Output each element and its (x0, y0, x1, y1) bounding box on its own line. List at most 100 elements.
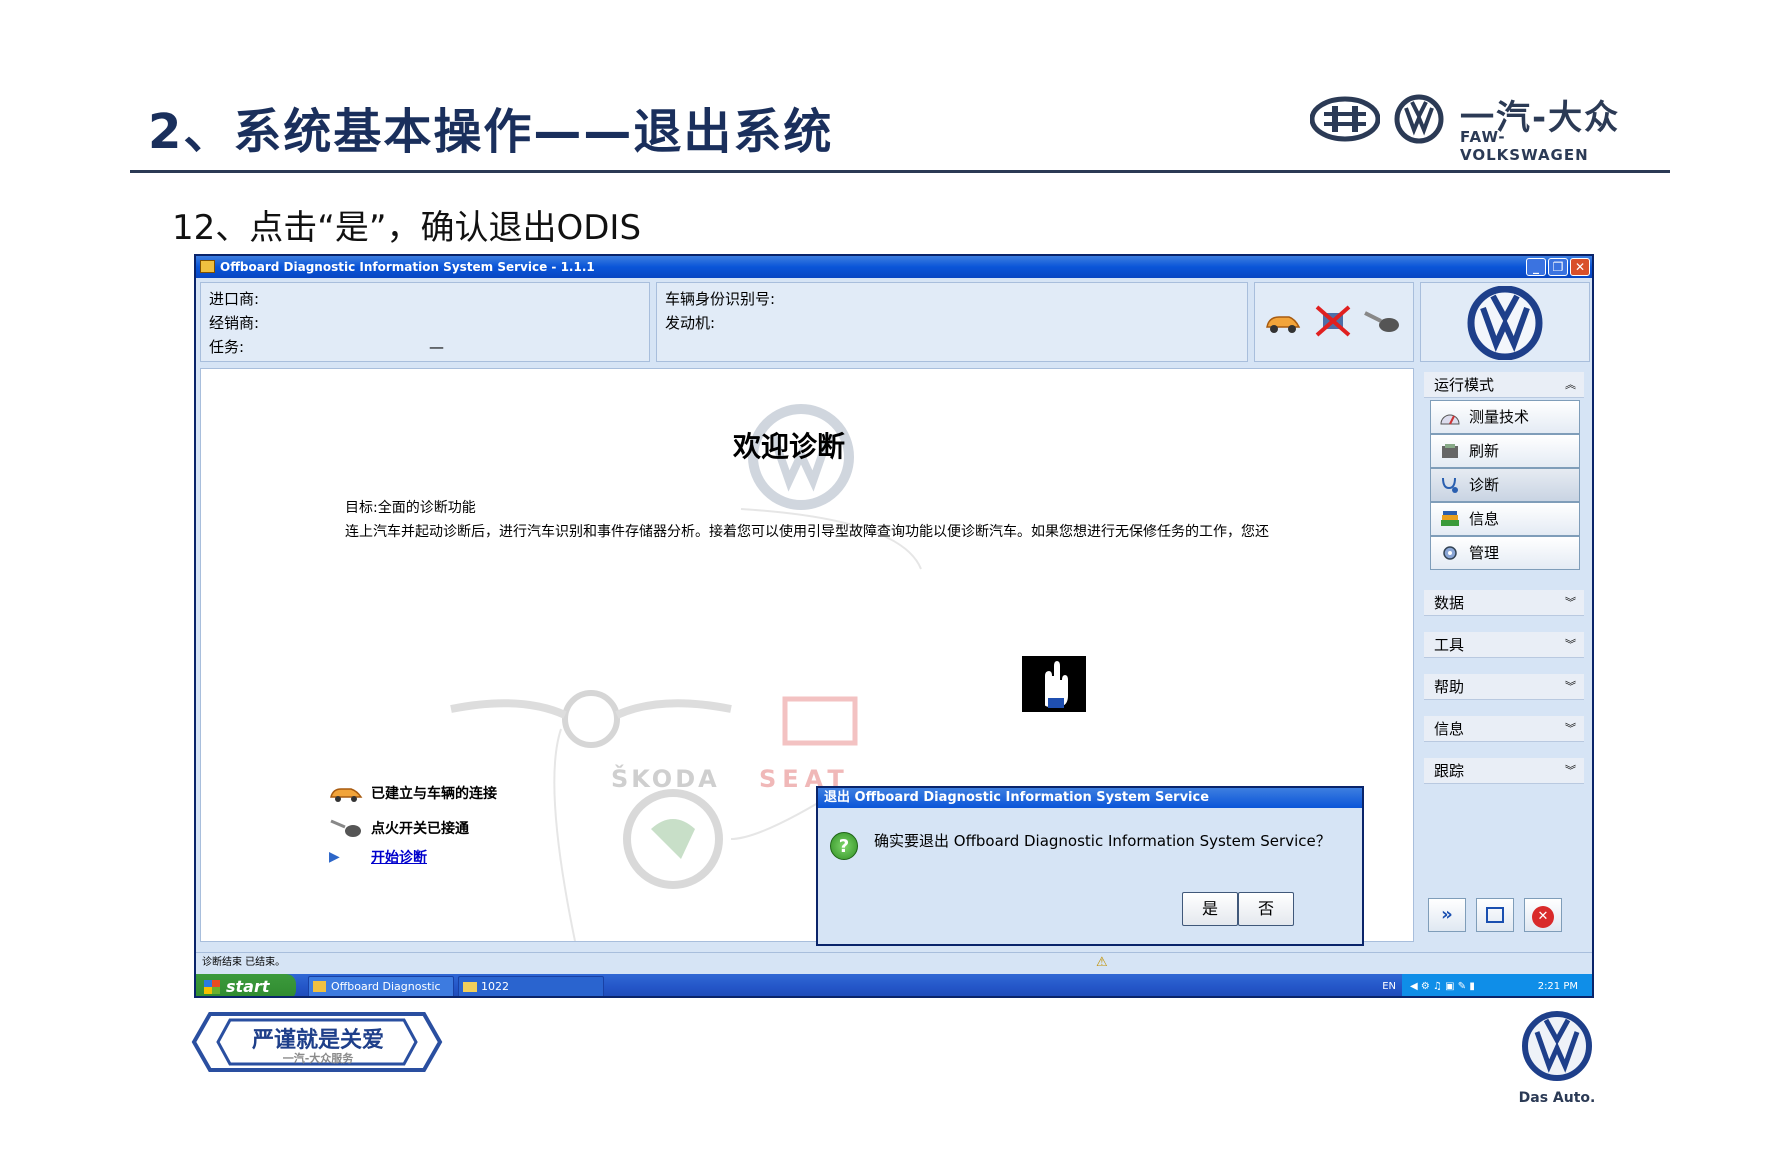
brand-name-en: FAW-VOLKSWAGEN (1460, 128, 1589, 164)
app-icon (200, 260, 215, 273)
stethoscope-icon (1442, 477, 1458, 493)
section-label: 信息 (1434, 720, 1465, 738)
yes-button[interactable]: 是 (1182, 892, 1238, 926)
close-circle-icon: ✕ (1532, 906, 1554, 928)
taskbar-item-label: 1022 (481, 980, 509, 993)
question-icon: ? (830, 832, 858, 860)
taskbar-item-folder[interactable]: 1022 (458, 976, 604, 996)
importer-label: 进口商: (209, 290, 260, 308)
fit-screen-button[interactable] (1476, 898, 1514, 932)
status-bar-text: 诊断结束 已结束。 (202, 957, 286, 968)
chevron-down-icon: ︾ (1565, 680, 1576, 693)
section-label: 帮助 (1434, 678, 1465, 696)
gauge-icon (1440, 414, 1460, 425)
taskbar-item-label: Offboard Diagnostic I... (331, 980, 441, 993)
disconnected-icon (1315, 305, 1351, 337)
faw-logo-icon (1310, 96, 1380, 142)
chevron-down-icon: ︾ (1565, 596, 1576, 609)
sidebar: 运行模式 ︽ 测量技术 刷新 诊断 信息 管理 数据 ︾ 工具 ︾ 帮助 ︾ 信… (1418, 368, 1590, 942)
section-label: 工具 (1434, 636, 1465, 654)
engine-label: 发动机: (665, 314, 716, 332)
sidebar-button-diagnosis[interactable]: 诊断 (1430, 468, 1580, 502)
system-tray: ◀ ⚙ ♫ ▣ ✎ ▮ 2:21 PM (1402, 974, 1592, 996)
vin-label: 车辆身份识别号: (665, 290, 776, 308)
sidebar-button-label: 测量技术 (1469, 408, 1530, 426)
dialog-title[interactable]: 退出 Offboard Diagnostic Information Syste… (818, 788, 1362, 808)
minimize-button[interactable]: _ (1526, 258, 1546, 276)
books-icon (1441, 511, 1459, 526)
sidebar-button-admin[interactable]: 管理 (1430, 536, 1580, 570)
warning-icon: ⚠ (1096, 955, 1108, 970)
status-ignition-text: 点火开关已接通 (371, 821, 469, 837)
connection-status-panel (1254, 282, 1414, 362)
windows-taskbar: start Offboard Diagnostic I... 1022 EN ◀… (196, 974, 1592, 996)
windows-flag-icon (204, 980, 220, 994)
start-diagnosis-link[interactable]: 开始诊断 (371, 847, 427, 867)
chevron-up-icon: ︽ (1565, 378, 1576, 391)
folder-icon (463, 982, 477, 992)
start-label: start (226, 977, 270, 996)
double-chevron-right-icon: » (1441, 904, 1453, 925)
car-icon (1266, 316, 1301, 333)
sidebar-button-flash[interactable]: 刷新 (1430, 434, 1580, 468)
play-arrow-icon: ▶ (329, 849, 340, 865)
chevron-down-icon: ︾ (1565, 764, 1576, 777)
task-label: 任务: (209, 338, 245, 356)
section-mode-label: 运行模式 (1434, 376, 1495, 394)
tray-icons[interactable]: ◀ ⚙ ♫ ▣ ✎ ▮ (1410, 974, 1475, 996)
hand-cursor-icon (1022, 656, 1086, 712)
dialog-message: 确实要退出 Offboard Diagnostic Information Sy… (874, 832, 1331, 850)
fit-screen-icon (1486, 907, 1504, 923)
chevron-down-icon: ︾ (1565, 722, 1576, 735)
sidebar-section-mode[interactable]: 运行模式 ︽ (1424, 372, 1584, 398)
ignition-key-icon (1364, 311, 1399, 332)
window-titlebar[interactable]: Offboard Diagnostic Information System S… (196, 256, 1592, 278)
sidebar-section-help[interactable]: 帮助 ︾ (1424, 674, 1584, 700)
vw-logo-icon (1522, 1011, 1592, 1081)
title-divider (130, 170, 1670, 173)
connection-status-row: 已建立与车辆的连接 (329, 783, 497, 803)
dealer-label: 经销商: (209, 314, 260, 332)
slide-title: 2、系统基本操作——退出系统 (148, 104, 834, 160)
welcome-heading: 欢迎诊断 (733, 430, 846, 463)
taskbar-item-odis[interactable]: Offboard Diagnostic I... (308, 976, 454, 996)
faw-vw-brand: 一汽-大众 FAW-VOLKSWAGEN (1310, 90, 1630, 164)
section-label: 数据 (1434, 594, 1465, 612)
vehicle-info-panel: 车辆身份识别号: 发动机: (656, 282, 1248, 362)
maximize-button[interactable]: ❐ (1548, 258, 1568, 276)
vw-brand-panel (1420, 282, 1590, 362)
vw-logo-icon (1394, 94, 1444, 144)
sidebar-section-info[interactable]: 信息 ︾ (1424, 716, 1584, 742)
sidebar-section-trace[interactable]: 跟踪 ︾ (1424, 758, 1584, 784)
odis-window: Offboard Diagnostic Information System S… (194, 254, 1594, 998)
chevron-down-icon: ︾ (1565, 638, 1576, 651)
sidebar-section-tools[interactable]: 工具 ︾ (1424, 632, 1584, 658)
skoda-watermark-text: ŠKODA (611, 765, 720, 793)
intro-paragraph: 连上汽车并起动诊断后，进行汽车识别和事件存储器分析。接着您可以使用引导型故障查询… (345, 524, 1269, 540)
sidebar-button-label: 管理 (1469, 544, 1500, 562)
step-instruction: 12、点击“是”，确认退出ODIS (172, 208, 642, 248)
sidebar-button-info[interactable]: 信息 (1430, 502, 1580, 536)
status-connected-text: 已建立与车辆的连接 (371, 786, 497, 802)
close-button[interactable]: ✕ (1570, 258, 1590, 276)
no-button[interactable]: 否 (1238, 892, 1294, 926)
exit-button[interactable]: ✕ (1524, 898, 1562, 932)
sidebar-section-data[interactable]: 数据 ︾ (1424, 590, 1584, 616)
clock: 2:21 PM (1537, 981, 1578, 992)
service-slogan-badge: 严谨就是关爱 一汽-大众服务 (190, 1010, 444, 1074)
start-button[interactable]: start (196, 974, 296, 996)
car-icon (330, 788, 363, 802)
forward-button[interactable]: » (1428, 898, 1466, 932)
ignition-status-row: 点火开关已接通 (329, 817, 469, 839)
language-indicator[interactable]: EN (1382, 974, 1396, 996)
sidebar-button-measurement[interactable]: 测量技术 (1430, 400, 1580, 434)
flash-module-icon (1442, 444, 1458, 458)
sidebar-button-label: 诊断 (1469, 476, 1500, 494)
dealer-info-panel: 进口商: 经销商: 任务: — (200, 282, 650, 362)
ignition-key-icon (330, 819, 361, 837)
das-auto-logo: Das Auto. (1512, 1010, 1602, 1120)
start-diagnosis-row[interactable]: ▶ 开始诊断 (329, 847, 427, 867)
exit-confirm-dialog: 退出 Offboard Diagnostic Information Syste… (816, 786, 1364, 946)
task-value: — (429, 338, 444, 356)
goal-text: 目标:全面的诊断功能 (345, 500, 476, 516)
